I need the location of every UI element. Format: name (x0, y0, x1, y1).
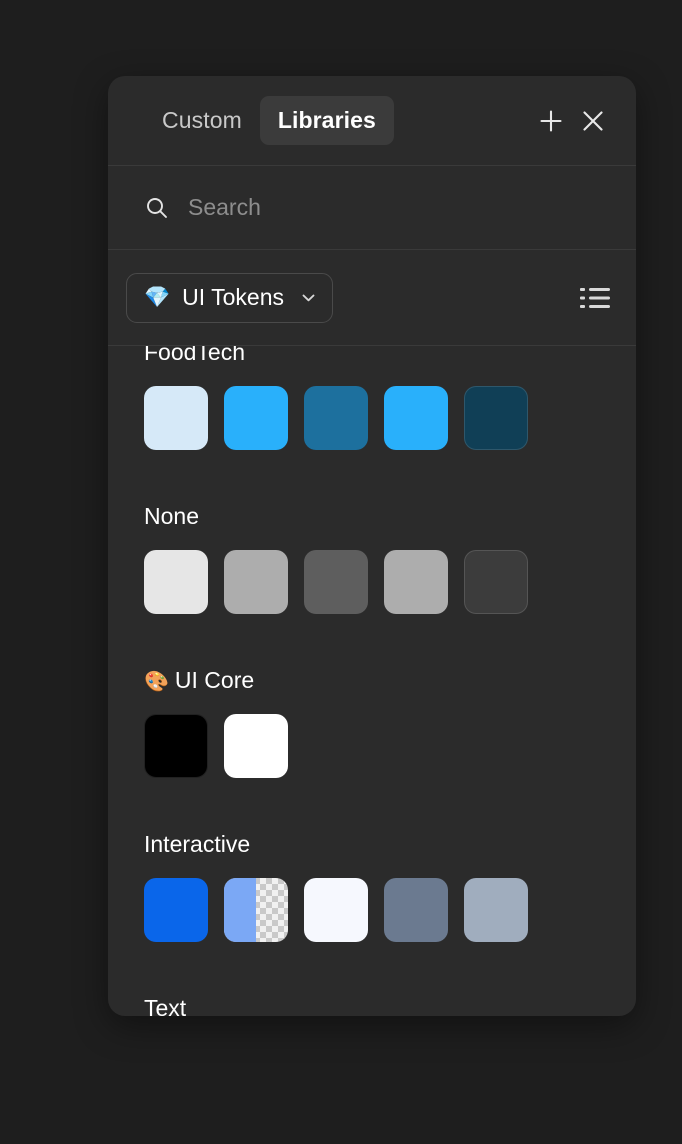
panel-header: Custom Libraries (108, 76, 636, 166)
swatch-group-title: Text (144, 968, 600, 1016)
swatch-group-label: UI Core (174, 667, 255, 693)
color-swatch[interactable] (144, 714, 208, 778)
color-swatch[interactable] (224, 878, 288, 942)
swatch-group-label: FoodTech (144, 346, 246, 365)
swatch-group: FoodTech (108, 346, 636, 476)
color-swatch[interactable] (144, 386, 208, 450)
search-icon (144, 195, 170, 221)
swatch-group: Interactive (108, 804, 636, 968)
swatch-row (144, 866, 600, 968)
color-swatch[interactable] (144, 550, 208, 614)
color-swatch[interactable] (304, 878, 368, 942)
color-swatch[interactable] (384, 550, 448, 614)
swatch-group-title: 🎨 UI Core (144, 640, 600, 702)
color-swatch[interactable] (384, 386, 448, 450)
color-swatch[interactable] (224, 550, 288, 614)
add-icon[interactable] (530, 100, 572, 142)
swatch-row (144, 702, 600, 804)
library-name-label: UI Tokens (182, 284, 285, 310)
swatch-group-title: None (144, 476, 600, 538)
swatch-group: 🎨 UI Core (108, 640, 636, 804)
library-dropdown[interactable]: 💎 UI Tokens (126, 272, 334, 323)
palette-icon: 🎨 (144, 671, 169, 693)
swatch-groups: FoodTech None 🎨 UI Core Interactive Text (108, 346, 636, 1016)
close-icon[interactable] (572, 100, 614, 142)
library-selector-row: 💎 UI Tokens (108, 250, 636, 346)
color-swatch[interactable] (464, 878, 528, 942)
color-swatch[interactable] (224, 714, 288, 778)
search-bar[interactable] (108, 166, 636, 250)
swatch-row (144, 374, 600, 476)
swatch-row (144, 538, 600, 640)
list-view-icon[interactable] (580, 285, 610, 311)
color-swatch[interactable] (304, 386, 368, 450)
color-swatch[interactable] (464, 550, 528, 614)
swatch-group: None (108, 476, 636, 640)
color-swatch[interactable] (464, 386, 528, 450)
swatch-group-title: Interactive (144, 804, 600, 866)
color-swatch[interactable] (144, 878, 208, 942)
swatch-group-label: Text (144, 995, 187, 1016)
tab-custom[interactable]: Custom (144, 96, 260, 145)
app-root: Custom Libraries Search 💎 UI Tokens Food… (0, 0, 682, 1144)
search-input[interactable] (188, 194, 600, 221)
swatch-group: Text (108, 968, 636, 1016)
swatch-group-label: Interactive (144, 831, 251, 857)
color-swatch[interactable] (304, 550, 368, 614)
color-swatch[interactable] (224, 386, 288, 450)
chevron-down-icon (300, 289, 317, 306)
diamond-icon: 💎 (144, 286, 171, 309)
swatch-group-title: FoodTech (144, 346, 600, 374)
swatch-alpha-fill (224, 878, 288, 942)
swatch-group-label: None (144, 503, 199, 529)
swatch-scroll-area[interactable]: FoodTech None 🎨 UI Core Interactive Text (108, 346, 636, 1016)
color-swatch[interactable] (384, 878, 448, 942)
tab-libraries[interactable]: Libraries (259, 96, 394, 145)
color-library-panel: Custom Libraries Search 💎 UI Tokens Food… (108, 76, 636, 1016)
